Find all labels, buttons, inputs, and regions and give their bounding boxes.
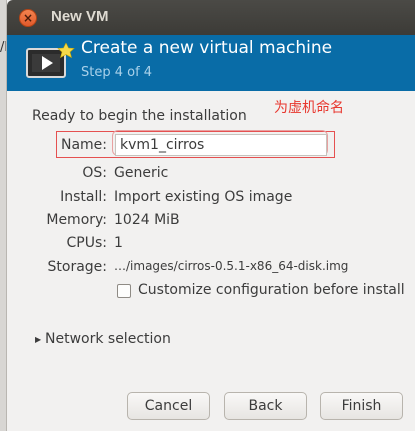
memory-label: Memory: (46, 212, 107, 228)
os-label: OS: (82, 165, 107, 181)
close-button[interactable]: × (19, 9, 37, 27)
wizard-header: Create a new virtual machine Step 4 of 4 (7, 35, 415, 91)
close-icon: × (22, 11, 34, 25)
annotation-text: 为虚机命名 (274, 100, 344, 116)
expander-arrow-icon[interactable]: ▶ (35, 335, 41, 344)
cpus-value: 1 (114, 235, 123, 251)
name-label: Name: (60, 137, 107, 153)
install-label: Install: (60, 189, 107, 205)
virtual-machine-monitor-icon (26, 43, 75, 78)
install-value: Import existing OS image (114, 189, 293, 205)
back-button[interactable]: Back (224, 392, 307, 420)
customize-checkbox-label[interactable]: Customize configuration before install (138, 282, 405, 298)
finish-button[interactable]: Finish (320, 392, 403, 420)
cancel-button[interactable]: Cancel (127, 392, 210, 420)
os-value: Generic (114, 165, 169, 181)
intro-text: Ready to begin the installation (32, 108, 247, 124)
customize-checkbox[interactable] (117, 284, 131, 298)
title-bar: × New VM (7, 0, 415, 35)
header-title: Create a new virtual machine (81, 38, 333, 58)
cpus-label: CPUs: (66, 235, 107, 251)
vm-name-input[interactable] (115, 134, 327, 156)
new-vm-dialog: × New VM Create a new virtual machine St… (6, 0, 415, 431)
window-title: New VM (51, 8, 109, 25)
memory-value: 1024 MiB (114, 212, 180, 228)
storage-label: Storage: (47, 259, 108, 275)
network-selection-expander[interactable]: Network selection (45, 331, 171, 347)
header-step: Step 4 of 4 (81, 65, 153, 80)
storage-value: …/images/cirros-0.5.1-x86_64-disk.img (114, 259, 349, 273)
